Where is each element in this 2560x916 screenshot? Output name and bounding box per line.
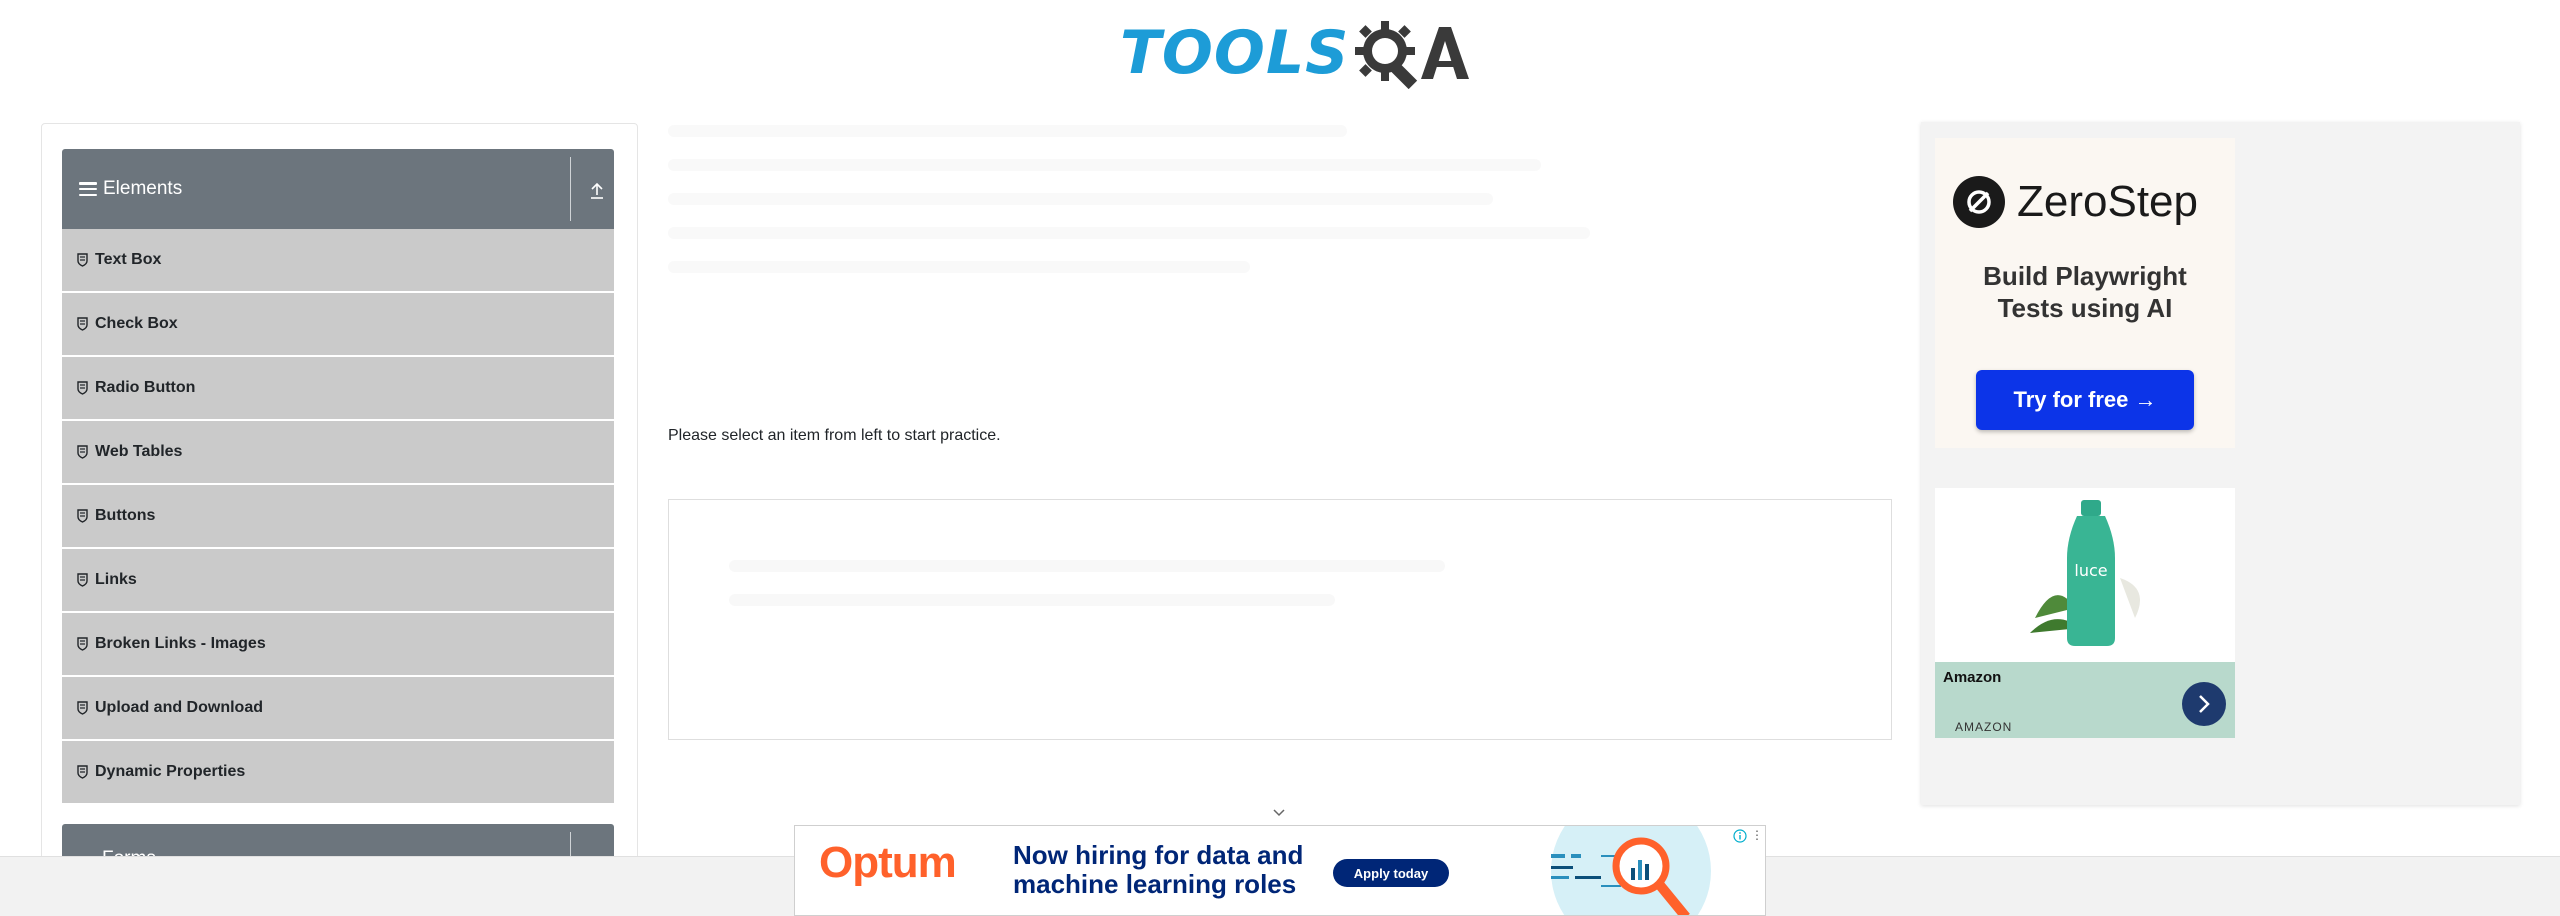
sidebar-item-dynamic-properties[interactable]: Dynamic Properties xyxy=(62,741,614,805)
sidebar-item-buttons[interactable]: Buttons xyxy=(62,485,614,549)
sidebar-item-label: Links xyxy=(95,571,137,588)
shield-icon xyxy=(77,445,88,459)
logo-text: TOOLS xyxy=(1120,18,1350,88)
optum-logo: Optum xyxy=(819,838,957,887)
zerostep-headline: Build Playwright Tests using AI xyxy=(1935,260,2235,324)
right-ad[interactable]: ZeroStep Build Playwright Tests using AI… xyxy=(1921,122,2520,805)
sidebar-item-check-box[interactable]: Check Box xyxy=(62,293,614,357)
sidebar-item-upload-and-download[interactable]: Upload and Download xyxy=(62,677,614,741)
sidebar-item-web-tables[interactable]: Web Tables xyxy=(62,421,614,485)
zerostep-ad[interactable]: ZeroStep Build Playwright Tests using AI… xyxy=(1935,138,2235,448)
zerostep-name: ZeroStep xyxy=(2017,177,2198,226)
chevron-right-icon[interactable] xyxy=(2182,682,2226,726)
sidebar-item-label: Buttons xyxy=(95,507,156,524)
sidebar-item-text-box[interactable]: Text Box xyxy=(62,229,614,293)
hamburger-icon xyxy=(79,182,97,196)
zerostep-brand: ZeroStep xyxy=(1953,176,2198,228)
shield-icon xyxy=(77,765,88,779)
headline-line-2: Tests using AI xyxy=(1997,293,2173,323)
shield-icon xyxy=(77,317,88,331)
sidebar-item-label: Text Box xyxy=(95,251,162,268)
page: TOOLS Elements Text Box Check Box Radio … xyxy=(0,0,2560,916)
ad-menu-icon[interactable]: ⋮ xyxy=(1751,828,1763,842)
magnifier-graphic-icon xyxy=(1551,826,1711,915)
sidebar-item-links[interactable]: Links xyxy=(62,549,614,613)
bottom-ad-banner[interactable]: Optum Now hiring for data and machine le… xyxy=(794,825,1766,916)
group-title: Elements xyxy=(103,178,183,199)
try-for-free-button[interactable]: Try for free → xyxy=(1976,370,2194,430)
apply-today-button[interactable]: Apply today xyxy=(1333,859,1449,887)
product-image-card[interactable]: luce xyxy=(1935,488,2235,662)
sidebar-item-label: Radio Button xyxy=(95,379,196,396)
left-panel: Elements Text Box Check Box Radio Button xyxy=(41,123,638,863)
product-brand-label: luce xyxy=(2074,561,2107,580)
instruction-text: Please select an item from left to start… xyxy=(668,427,1001,444)
sidebar-item-broken-links-images[interactable]: Broken Links - Images xyxy=(62,613,614,677)
group-header-elements[interactable]: Elements xyxy=(62,149,614,229)
collapse-icon[interactable] xyxy=(588,180,606,200)
headline-line-1: Build Playwright xyxy=(1983,261,2187,291)
shield-icon xyxy=(77,701,88,715)
sidebar-item-label: Upload and Download xyxy=(95,699,263,716)
content-box xyxy=(668,499,1892,740)
sidebar-item-radio-button[interactable]: Radio Button xyxy=(62,357,614,421)
site-logo[interactable]: TOOLS xyxy=(1120,14,1470,92)
ad-placeholder xyxy=(668,125,1638,365)
headline-line-2: machine learning roles xyxy=(1013,869,1297,899)
shield-icon xyxy=(77,253,88,267)
logo-qa-icon xyxy=(1351,17,1471,89)
amazon-subtitle: AMAZON xyxy=(1955,720,2013,734)
headline-line-1: Now hiring for data and xyxy=(1013,840,1304,870)
sidebar-item-label: Dynamic Properties xyxy=(95,763,246,780)
shield-icon xyxy=(77,509,88,523)
header-divider xyxy=(570,157,571,221)
amazon-title: Amazon xyxy=(1943,669,2002,686)
shield-icon xyxy=(77,573,88,587)
product-bottle-image: luce xyxy=(2030,500,2140,646)
zerostep-logo-icon xyxy=(1953,176,2005,228)
menu-list: Text Box Check Box Radio Button Web Tabl… xyxy=(62,229,614,805)
sidebar-item-label: Web Tables xyxy=(95,443,183,460)
shield-icon xyxy=(77,637,88,651)
amazon-bar[interactable]: Amazon AMAZON xyxy=(1935,662,2235,738)
sidebar-item-label: Check Box xyxy=(95,315,178,332)
sidebar-item-label: Broken Links - Images xyxy=(95,635,266,652)
ad-info-icon[interactable] xyxy=(1733,829,1747,843)
shield-icon xyxy=(77,381,88,395)
optum-headline: Now hiring for data and machine learning… xyxy=(1013,841,1303,899)
chevron-down-icon[interactable] xyxy=(1270,807,1288,819)
